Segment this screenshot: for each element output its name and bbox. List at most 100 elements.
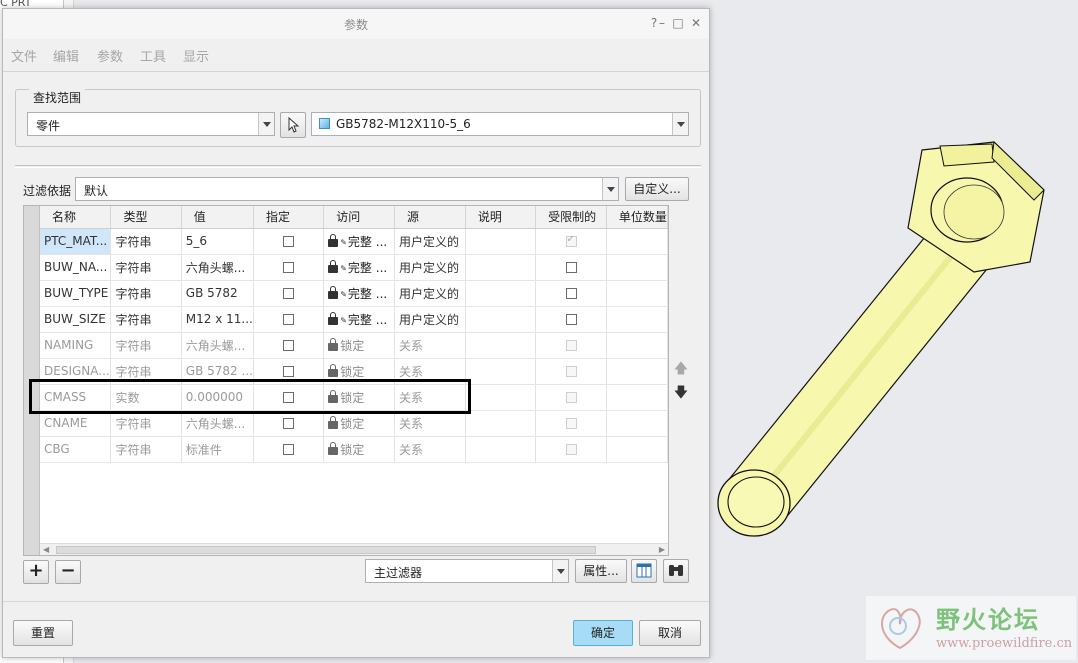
cell-source[interactable]: 用户定义的 bbox=[394, 280, 466, 307]
filter-select[interactable]: 默认 bbox=[75, 177, 619, 201]
restricted-checkbox[interactable] bbox=[565, 340, 577, 351]
cell-value[interactable]: 标准件 bbox=[181, 436, 254, 463]
designate-checkbox[interactable] bbox=[283, 288, 295, 299]
column-header-unit-quantity[interactable]: 单位数量 bbox=[606, 206, 668, 229]
cell-designate[interactable] bbox=[253, 436, 325, 463]
cell-value[interactable]: GB 5782 bbox=[181, 280, 254, 307]
cell-designate[interactable] bbox=[253, 332, 325, 359]
cell-restricted[interactable] bbox=[535, 332, 607, 359]
dialog-titlebar[interactable]: 参数 ? – □ ✕ bbox=[3, 9, 709, 39]
minimize-button[interactable]: – bbox=[655, 15, 669, 31]
cell-description[interactable] bbox=[465, 358, 537, 385]
cell-unit-quantity[interactable] bbox=[606, 384, 668, 411]
maximize-button[interactable]: □ bbox=[671, 15, 685, 31]
restricted-checkbox[interactable] bbox=[565, 418, 577, 429]
properties-button[interactable]: 属性... bbox=[575, 559, 627, 583]
table-row[interactable]: BUW_SIZE 字符串 M12 x 11... ✎完整 ... 用户定义的 bbox=[40, 306, 668, 333]
table-row[interactable]: NAMING 字符串 六角头螺... 锁定 关系 bbox=[40, 332, 668, 359]
cell-source[interactable]: 关系 bbox=[394, 332, 466, 359]
cell-unit-quantity[interactable] bbox=[606, 410, 668, 437]
cell-value[interactable]: 5_6 bbox=[181, 228, 254, 255]
column-header-type[interactable]: 类型 bbox=[110, 206, 182, 229]
scrollbar-thumb[interactable] bbox=[56, 546, 596, 554]
move-up-icon[interactable]: 🡅 bbox=[673, 361, 689, 377]
find-button[interactable] bbox=[663, 559, 689, 583]
cell-unit-quantity[interactable] bbox=[606, 228, 668, 255]
cell-restricted[interactable] bbox=[535, 254, 607, 281]
scope-type-select[interactable]: 零件 bbox=[27, 112, 275, 136]
cell-unit-quantity[interactable] bbox=[606, 436, 668, 463]
menu-file[interactable]: 文件 bbox=[11, 46, 37, 65]
cell-designate[interactable] bbox=[253, 280, 325, 307]
cell-name[interactable]: BUW_NA... bbox=[40, 254, 112, 281]
restricted-checkbox[interactable] bbox=[565, 392, 577, 403]
menu-parameter[interactable]: 参数 bbox=[97, 46, 123, 65]
cell-access[interactable]: 锁定 bbox=[323, 436, 396, 463]
cell-unit-quantity[interactable] bbox=[606, 254, 668, 281]
cell-description[interactable] bbox=[465, 306, 537, 333]
cell-restricted[interactable] bbox=[535, 410, 607, 437]
column-header-source[interactable]: 源 bbox=[394, 206, 466, 229]
cell-unit-quantity[interactable] bbox=[606, 358, 668, 385]
cell-description[interactable] bbox=[465, 436, 537, 463]
cell-value[interactable]: 六角头螺... bbox=[181, 254, 254, 281]
cell-restricted[interactable] bbox=[535, 306, 607, 333]
reset-button[interactable]: 重置 bbox=[13, 620, 73, 646]
cell-name[interactable]: BUW_TYPE bbox=[40, 280, 112, 307]
cell-restricted[interactable] bbox=[535, 358, 607, 385]
cell-name[interactable]: BUW_SIZE bbox=[40, 306, 112, 333]
column-header-designate[interactable]: 指定 bbox=[253, 206, 325, 229]
select-object-button[interactable] bbox=[280, 112, 306, 138]
restricted-checkbox[interactable] bbox=[565, 366, 577, 377]
cell-access[interactable]: 锁定 bbox=[323, 332, 396, 359]
object-select[interactable]: GB5782-M12X110-5_6 bbox=[311, 112, 689, 136]
close-button[interactable]: ✕ bbox=[689, 15, 703, 31]
designate-checkbox[interactable] bbox=[283, 262, 295, 273]
column-header-name[interactable]: 名称 bbox=[40, 206, 112, 229]
cell-access[interactable]: ✎完整 ... bbox=[323, 280, 396, 307]
cell-designate[interactable] bbox=[253, 228, 325, 255]
cancel-button[interactable]: 取消 bbox=[639, 620, 701, 646]
chevron-down-icon[interactable] bbox=[672, 113, 688, 135]
cell-value[interactable]: 六角头螺... bbox=[181, 332, 254, 359]
cell-unit-quantity[interactable] bbox=[606, 306, 668, 333]
restricted-checkbox[interactable] bbox=[565, 262, 577, 273]
designate-checkbox[interactable] bbox=[283, 366, 295, 377]
chevron-down-icon[interactable] bbox=[552, 560, 568, 582]
cell-description[interactable] bbox=[465, 280, 537, 307]
column-header-access[interactable]: 访问 bbox=[323, 206, 396, 229]
cell-value[interactable]: M12 x 11... bbox=[181, 306, 254, 333]
column-header-value[interactable]: 值 bbox=[181, 206, 254, 229]
columns-button[interactable] bbox=[631, 559, 657, 583]
table-row[interactable]: BUW_TYPE 字符串 GB 5782 ✎完整 ... 用户定义的 bbox=[40, 280, 668, 307]
table-row[interactable]: BUW_NA... 字符串 六角头螺... ✎完整 ... 用户定义的 bbox=[40, 254, 668, 281]
cell-type[interactable]: 字符串 bbox=[110, 280, 182, 307]
move-down-icon[interactable]: 🡇 bbox=[673, 385, 689, 401]
cell-name[interactable]: PTC_MAT... bbox=[40, 228, 112, 255]
cell-access[interactable]: ✎完整 ... bbox=[323, 254, 396, 281]
menu-display[interactable]: 显示 bbox=[183, 46, 209, 65]
cell-name[interactable]: NAMING bbox=[40, 332, 112, 359]
restricted-checkbox[interactable] bbox=[565, 444, 577, 455]
chevron-down-icon[interactable] bbox=[258, 113, 274, 135]
menu-edit[interactable]: 编辑 bbox=[53, 46, 79, 65]
designate-checkbox[interactable] bbox=[283, 418, 295, 429]
cell-restricted[interactable] bbox=[535, 228, 607, 255]
cell-designate[interactable] bbox=[253, 306, 325, 333]
table-row[interactable]: CBG 字符串 标准件 锁定 关系 bbox=[40, 436, 668, 463]
cell-access[interactable]: ✎完整 ... bbox=[323, 306, 396, 333]
cell-type[interactable]: 字符串 bbox=[110, 306, 182, 333]
designate-checkbox[interactable] bbox=[283, 236, 295, 247]
cell-source[interactable]: 用户定义的 bbox=[394, 306, 466, 333]
ok-button[interactable]: 确定 bbox=[573, 620, 633, 646]
cell-access[interactable]: ✎完整 ... bbox=[323, 228, 396, 255]
menu-tools[interactable]: 工具 bbox=[140, 46, 166, 65]
cell-source[interactable]: 用户定义的 bbox=[394, 254, 466, 281]
cell-restricted[interactable] bbox=[535, 436, 607, 463]
main-filter-select[interactable]: 主过滤器 bbox=[365, 559, 569, 583]
cell-description[interactable] bbox=[465, 332, 537, 359]
cell-type[interactable]: 字符串 bbox=[110, 228, 182, 255]
cell-unit-quantity[interactable] bbox=[606, 332, 668, 359]
graphics-viewport[interactable] bbox=[712, 0, 1078, 663]
add-parameter-button[interactable]: + bbox=[23, 560, 49, 584]
